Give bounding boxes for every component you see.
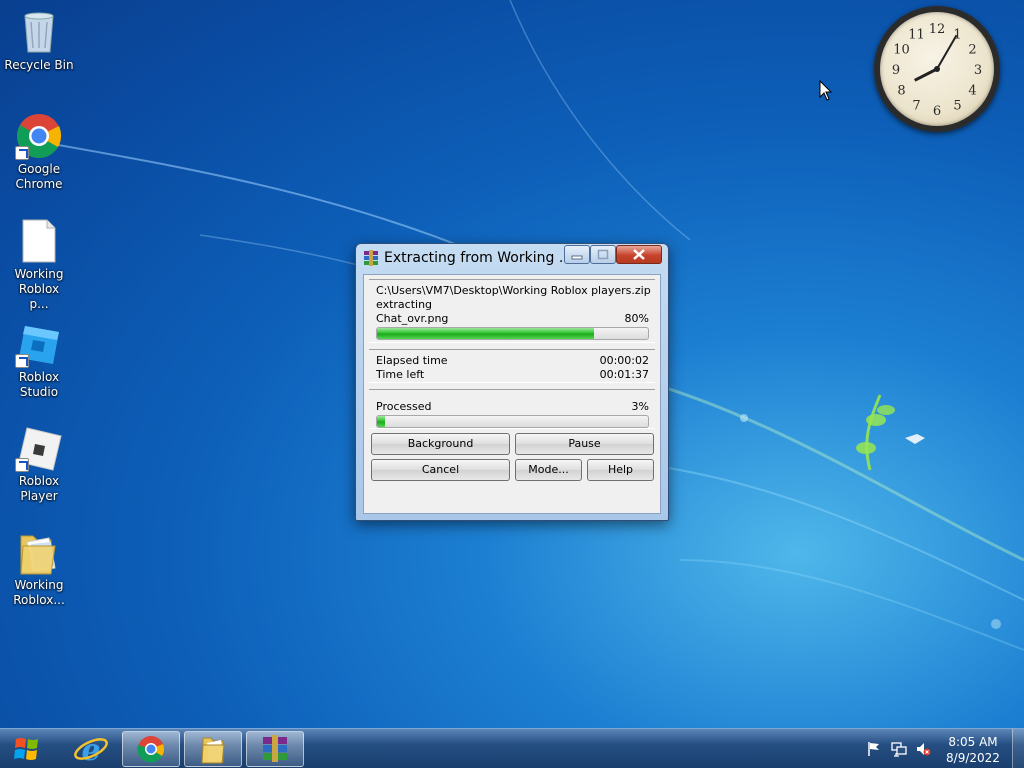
desktop-icon-label: Roblox Player xyxy=(18,474,60,503)
network-icon[interactable] xyxy=(891,741,907,757)
desktop-icon-label: Roblox Studio xyxy=(18,370,60,399)
action-center-flag-icon[interactable] xyxy=(866,741,882,757)
desktop-icon-working-roblox-folder[interactable]: Working Roblox... xyxy=(0,528,79,608)
processed-progress-bar xyxy=(376,415,649,428)
internet-explorer-icon: e xyxy=(74,733,108,768)
current-file: Chat_ovr.png xyxy=(376,312,449,325)
clock-number: 4 xyxy=(968,84,976,99)
taskbar-internet-explorer[interactable]: e xyxy=(62,731,120,768)
clock-number: 7 xyxy=(912,99,920,114)
windows-logo-icon xyxy=(14,738,38,760)
processed-group: Processed 3% xyxy=(369,389,655,429)
clock-number: 6 xyxy=(933,104,941,119)
shortcut-arrow-icon xyxy=(15,146,29,160)
desktop-icon-label: Working Roblox p... xyxy=(14,267,64,311)
help-button[interactable]: Help xyxy=(587,459,654,481)
background-button[interactable]: Background xyxy=(371,433,510,455)
clock-gadget[interactable]: 12 1 2 3 4 5 6 7 8 9 10 11 xyxy=(874,6,1000,132)
file-percent: 80% xyxy=(624,312,649,325)
clock-number: 9 xyxy=(892,63,900,78)
archive-path: C:\Users\VM7\Desktop\Working Roblox play… xyxy=(376,284,651,297)
dialog-titlebar[interactable]: Extracting from Working ... xyxy=(356,244,668,272)
tray-clock[interactable]: 8:05 AM 8/9/2022 xyxy=(940,734,1006,766)
close-button[interactable] xyxy=(616,245,662,264)
minimize-icon xyxy=(571,255,583,260)
dialog-body: C:\Users\VM7\Desktop\Working Roblox play… xyxy=(363,274,661,514)
winrar-icon xyxy=(364,250,378,266)
cancel-button[interactable]: Cancel xyxy=(371,459,510,481)
elapsed-label: Elapsed time xyxy=(376,354,448,367)
mode-button[interactable]: Mode... xyxy=(515,459,582,481)
desktop-icon-label: Working Roblox... xyxy=(13,578,65,607)
winrar-icon xyxy=(263,735,287,762)
mouse-cursor-icon xyxy=(819,80,833,101)
tray-time: 8:05 AM xyxy=(948,735,998,749)
processed-progress-fill xyxy=(377,416,386,427)
show-desktop-button[interactable] xyxy=(1012,729,1024,768)
start-button[interactable] xyxy=(4,731,52,767)
taskbar: e 8:05 AM 8/9/2022 xyxy=(0,728,1024,768)
timeleft-value: 00:01:37 xyxy=(599,368,649,381)
desktop-icon-label: Google Chrome xyxy=(15,162,63,191)
maximize-button[interactable] xyxy=(590,245,616,264)
volume-muted-icon[interactable] xyxy=(915,741,931,757)
folder-icon xyxy=(201,737,225,764)
taskbar-file-explorer[interactable] xyxy=(184,731,242,767)
file-progress-bar xyxy=(376,327,649,340)
action-label: extracting xyxy=(376,298,433,311)
clock-number: 3 xyxy=(974,63,982,78)
folder-icon xyxy=(20,535,56,575)
clock-number: 2 xyxy=(968,43,976,58)
desktop-icon-working-roblox-document[interactable]: Working Roblox p... xyxy=(0,217,79,312)
taskbar-winrar[interactable] xyxy=(246,731,304,767)
timeleft-label: Time left xyxy=(376,368,425,381)
extraction-file-group: C:\Users\VM7\Desktop\Working Roblox play… xyxy=(369,279,655,343)
clock-face: 12 1234567891011 xyxy=(892,22,982,119)
shortcut-arrow-icon xyxy=(15,354,29,368)
clock-minute-hand xyxy=(936,34,958,70)
timing-group: Elapsed time 00:00:02 Time left 00:01:37 xyxy=(369,349,655,383)
pause-button[interactable]: Pause xyxy=(515,433,654,455)
svg-text:e: e xyxy=(81,733,100,767)
clock-number: 5 xyxy=(953,99,961,114)
desktop-icon-label: Recycle Bin xyxy=(4,58,74,72)
desktop-icon-roblox-studio[interactable]: Roblox Studio xyxy=(0,320,79,400)
desktop-icon-recycle-bin[interactable]: Recycle Bin xyxy=(0,8,79,73)
tray-date: 8/9/2022 xyxy=(946,751,1000,765)
document-icon xyxy=(22,219,56,263)
recycle-bin-icon xyxy=(24,12,54,53)
dialog-title: Extracting from Working ... xyxy=(384,250,562,266)
clock-number: 10 xyxy=(893,43,910,58)
minimize-button[interactable] xyxy=(564,245,590,264)
processed-percent: 3% xyxy=(631,400,649,413)
desktop-icon-google-chrome[interactable]: Google Chrome xyxy=(0,112,79,192)
clock-number: 12 xyxy=(929,22,946,37)
clock-number: 8 xyxy=(897,84,905,99)
extraction-dialog[interactable]: Extracting from Working ... C:\Users\VM7… xyxy=(355,243,669,521)
processed-label: Processed xyxy=(376,400,432,413)
desktop-icon-roblox-player[interactable]: Roblox Player xyxy=(0,424,79,504)
file-progress-fill xyxy=(377,328,594,339)
chrome-icon xyxy=(137,736,165,763)
elapsed-value: 00:00:02 xyxy=(599,354,649,367)
taskbar-chrome[interactable] xyxy=(122,731,180,767)
clock-hour-hand xyxy=(914,67,938,82)
maximize-icon xyxy=(597,249,609,260)
shortcut-arrow-icon xyxy=(15,458,29,472)
close-icon xyxy=(633,249,645,260)
clock-number: 11 xyxy=(908,28,925,43)
